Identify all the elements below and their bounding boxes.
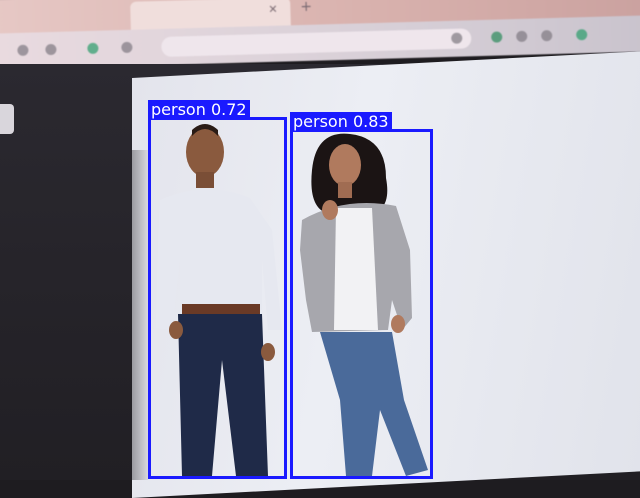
detection-score: 0.83 [352, 112, 389, 131]
detection-box-person-1 [148, 117, 287, 479]
detection-class: person [151, 100, 206, 119]
detection-label-2: person 0.83 [290, 112, 392, 131]
detection-class: person [293, 112, 348, 131]
detection-label-1: person 0.72 [148, 100, 250, 119]
detection-box-person-2 [290, 129, 433, 479]
detection-score: 0.72 [210, 100, 247, 119]
